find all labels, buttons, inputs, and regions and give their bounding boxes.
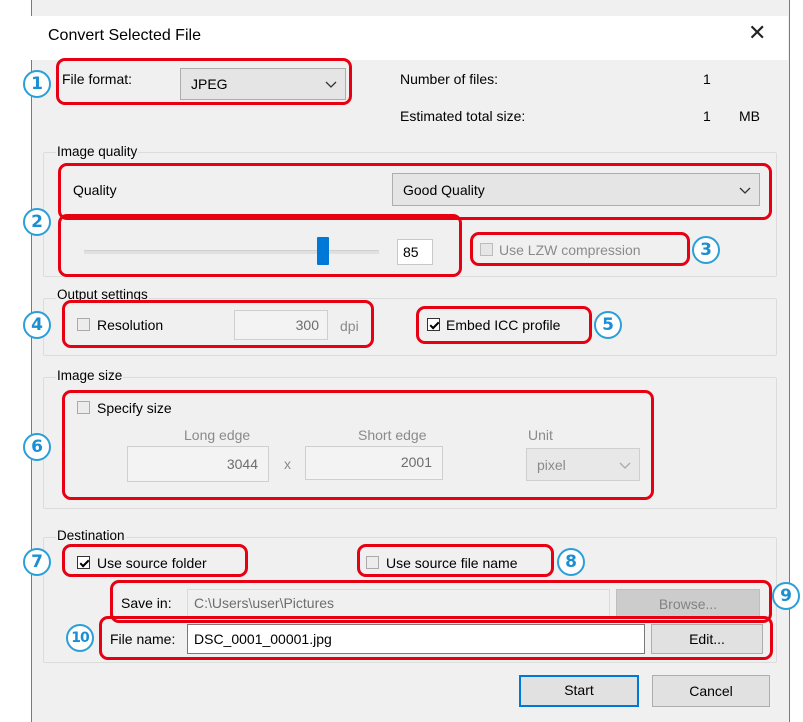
callout-box-10 [99,616,773,660]
cancel-button[interactable]: Cancel [652,675,770,707]
callout-box-2b [58,214,462,277]
destination-legend: Destination [56,528,126,543]
callout-number-8: 8 [557,548,585,576]
number-of-files-value: 1 [703,71,711,87]
number-of-files-label: Number of files: [400,71,499,87]
callout-number-5: 5 [594,311,622,339]
callout-box-4 [62,300,374,348]
start-button[interactable]: Start [519,675,639,707]
callout-number-9: 9 [772,582,800,610]
image-quality-legend: Image quality [56,144,139,159]
callout-number-4: 4 [23,311,51,339]
callout-box-3 [470,232,690,266]
callout-box-7 [62,544,248,577]
callout-box-1 [56,58,352,105]
estimated-size-unit: MB [739,108,760,124]
callout-number-1: 1 [23,70,51,98]
callout-number-7: 7 [23,548,51,576]
callout-box-5 [416,306,592,344]
close-icon[interactable]: ✕ [748,20,766,46]
image-size-legend: Image size [56,368,124,383]
callout-box-8 [357,544,554,577]
estimated-size-value: 1 [703,108,711,124]
estimated-size-label: Estimated total size: [400,108,526,124]
callout-box-6 [62,390,654,500]
callout-number-2: 2 [23,208,51,236]
callout-number-3: 3 [692,236,720,264]
callout-number-10: 10 [66,624,94,652]
callout-number-6: 6 [23,433,51,461]
dialog-title: Convert Selected File [48,27,201,44]
callout-box-2a [58,163,772,220]
